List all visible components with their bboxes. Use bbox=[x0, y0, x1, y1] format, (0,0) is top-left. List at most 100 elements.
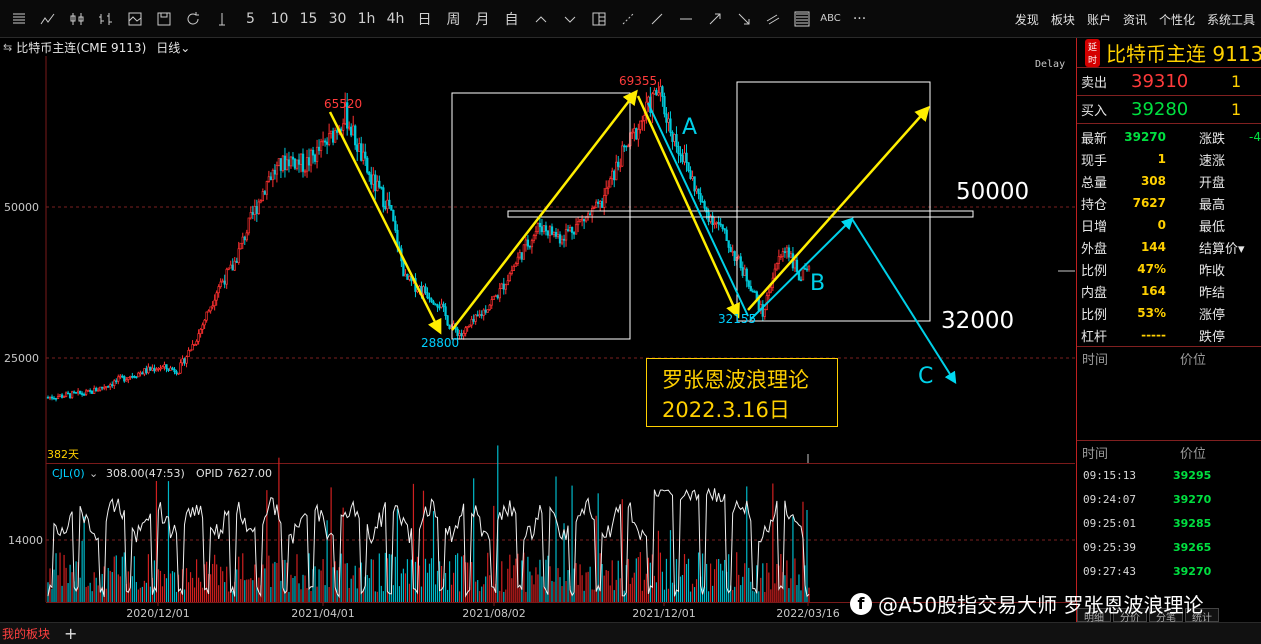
volume-bar bbox=[513, 565, 515, 602]
candle-body bbox=[133, 376, 136, 378]
menu-news[interactable]: 资讯 bbox=[1117, 11, 1153, 28]
volume-bar bbox=[292, 577, 294, 602]
volume-bar bbox=[342, 507, 344, 602]
candle-body bbox=[76, 390, 80, 394]
menu-system-tools[interactable]: 系统工具 bbox=[1201, 11, 1261, 28]
volume-bar bbox=[105, 588, 107, 602]
volume-bar bbox=[248, 579, 250, 602]
menu-personalize[interactable]: 个性化 bbox=[1153, 11, 1201, 28]
candle-body bbox=[745, 268, 748, 282]
volume-bar bbox=[228, 591, 230, 602]
stat-label: 现手 bbox=[1081, 153, 1108, 169]
candle-body bbox=[221, 280, 224, 283]
volume-bar bbox=[53, 569, 55, 602]
candle-body bbox=[117, 376, 120, 382]
price-chart[interactable]: 25000 50000 14000 2020/12/01 2021/04/01 2021/… bbox=[0, 0, 1075, 622]
candle-body bbox=[655, 90, 658, 96]
candle-body bbox=[48, 396, 52, 399]
volume-bar bbox=[734, 586, 736, 602]
volume-bar bbox=[350, 578, 352, 602]
volume-bar bbox=[300, 589, 302, 602]
candle-body bbox=[171, 367, 174, 370]
menu-account[interactable]: 账户 bbox=[1081, 11, 1117, 28]
volume-bar bbox=[607, 570, 609, 602]
volume-bar bbox=[320, 570, 322, 602]
candle-body bbox=[681, 155, 684, 163]
candle-body bbox=[468, 324, 471, 327]
candle-body bbox=[289, 156, 293, 167]
candle-body bbox=[125, 379, 128, 382]
candle-body bbox=[113, 380, 116, 386]
stat-label: 持仓 bbox=[1081, 197, 1108, 213]
volume-bar bbox=[183, 589, 186, 602]
volume-bar bbox=[398, 586, 400, 602]
candle-body bbox=[149, 366, 152, 371]
candle-body bbox=[582, 218, 586, 222]
candle-body bbox=[729, 247, 732, 252]
candle-body bbox=[625, 145, 628, 148]
volume-bar bbox=[744, 563, 746, 602]
candle-body bbox=[530, 240, 534, 248]
volume-bar bbox=[324, 585, 326, 602]
volume-bar bbox=[531, 575, 533, 602]
volume-bar bbox=[689, 591, 692, 602]
volume-bar bbox=[418, 565, 421, 602]
wave-label: B bbox=[810, 271, 825, 296]
add-tab-button[interactable]: + bbox=[56, 624, 77, 643]
candle-body bbox=[490, 299, 493, 306]
candle-body bbox=[187, 350, 190, 358]
candle-body bbox=[787, 247, 791, 258]
candle-body bbox=[319, 141, 323, 151]
candle-body bbox=[572, 232, 576, 235]
candle-body bbox=[783, 251, 787, 253]
stat-label: 日增 bbox=[1081, 219, 1108, 235]
candle-body bbox=[506, 280, 509, 286]
candle-body bbox=[105, 386, 108, 388]
candle-body bbox=[725, 229, 728, 242]
candle-body bbox=[526, 239, 530, 247]
x-tick-label: 2021/08/02 bbox=[462, 607, 525, 620]
volume-bar bbox=[272, 563, 274, 602]
candle-body bbox=[80, 393, 84, 395]
candle-body bbox=[127, 377, 130, 380]
candle-body bbox=[121, 375, 124, 378]
volume-bar bbox=[681, 575, 684, 602]
candle-body bbox=[741, 267, 744, 276]
candle-body bbox=[498, 288, 501, 299]
volume-bar bbox=[565, 581, 567, 602]
volume-bar bbox=[252, 580, 254, 602]
candle-body bbox=[123, 376, 126, 382]
candle-body bbox=[693, 176, 696, 192]
volume-bar bbox=[222, 571, 224, 602]
volume-bar bbox=[131, 576, 133, 602]
volume-bar bbox=[294, 576, 296, 602]
candle-body bbox=[360, 143, 363, 161]
stat-row: 比例 53% 涨停 bbox=[1077, 302, 1261, 324]
price-label: 32155 bbox=[718, 312, 756, 326]
my-board-tab[interactable]: 我的板块 bbox=[0, 625, 56, 642]
volume-bar bbox=[537, 574, 539, 602]
stat-value: 47% bbox=[1137, 262, 1166, 276]
candle-body bbox=[627, 145, 630, 148]
volume-bar bbox=[400, 573, 402, 602]
tick-list[interactable]: 09:15:13 39295 09:24:07 39270 09:25:01 39285 0… bbox=[1077, 463, 1261, 583]
volume-bar bbox=[408, 583, 411, 602]
volume-bar bbox=[452, 572, 455, 602]
volume-bar bbox=[581, 575, 583, 602]
candle-body bbox=[647, 96, 650, 103]
indicator-value: 308.00(47:53) bbox=[106, 467, 185, 480]
candle-body bbox=[46, 396, 50, 399]
candle-body bbox=[466, 326, 469, 329]
candle-body bbox=[574, 224, 578, 235]
volume-y-tick-label: 14000 bbox=[8, 534, 43, 547]
candle-body bbox=[78, 390, 82, 394]
volume-bar bbox=[91, 591, 93, 602]
volume-bar bbox=[603, 575, 605, 602]
volume-bar bbox=[171, 571, 174, 602]
volume-bar bbox=[665, 558, 668, 602]
stat-row: 外盘 144 结算价▾ bbox=[1077, 236, 1261, 258]
candle-body bbox=[143, 368, 146, 375]
volume-bar bbox=[736, 552, 738, 602]
volume-bar bbox=[635, 558, 637, 602]
stat-label: 内盘 bbox=[1081, 285, 1108, 301]
